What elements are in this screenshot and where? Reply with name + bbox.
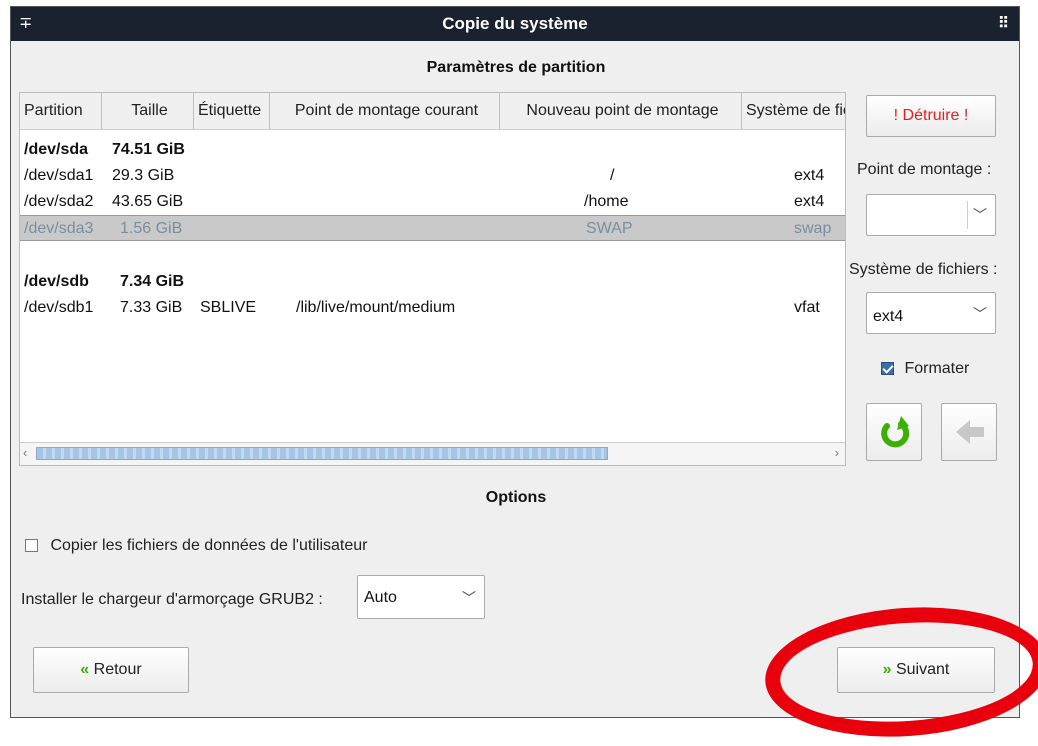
partition-new-mount: / <box>610 167 615 184</box>
disk-name: /dev/sda <box>24 141 89 158</box>
copy-user-files-checkbox[interactable] <box>25 539 38 553</box>
scrollbar-thumb[interactable] <box>36 447 608 460</box>
partition-size: 1.56 GiB <box>120 220 183 237</box>
destroy-button[interactable]: ! Détruire ! <box>866 95 996 137</box>
partition-fs: vfat <box>794 299 820 316</box>
column-header-label[interactable]: Étiquette <box>194 93 270 129</box>
options-section-title: Options <box>485 489 547 506</box>
horizontal-scrollbar[interactable]: ‹ › <box>20 442 845 465</box>
mount-point-select[interactable]: ﹀ <box>866 194 996 236</box>
grub-select[interactable]: Auto ﹀ <box>357 575 485 619</box>
grub-value: Auto <box>364 589 397 606</box>
scroll-left-icon[interactable]: ‹ <box>23 445 27 460</box>
copy-user-files-label: Copier les fichiers de données de l'util… <box>50 537 368 554</box>
partition-label: SBLIVE <box>200 299 257 316</box>
column-header-current-mount[interactable]: Point de montage courant <box>270 93 500 129</box>
window-title: Copie du système <box>442 14 588 33</box>
partition-section-title: Paramètres de partition <box>426 59 606 76</box>
filesystem-select[interactable]: ext4 ﹀ <box>866 292 996 334</box>
partition-name: /dev/sda2 <box>24 193 94 210</box>
partition-new-mount: SWAP <box>586 220 633 237</box>
column-header-filesystem[interactable]: Système de fic <box>742 93 845 129</box>
partition-fs: ext4 <box>794 167 825 184</box>
disk-size: 7.34 GiB <box>120 273 185 290</box>
pin-icon[interactable]: ∓ <box>19 7 32 41</box>
partition-row[interactable]: /dev/sda1 29.3 GiB / ext4 <box>20 163 845 189</box>
disk-size: 74.51 GiB <box>112 141 185 158</box>
partition-row-selected[interactable]: /dev/sda3 1.56 GiB SWAP swap <box>20 215 845 241</box>
refresh-icon <box>881 416 910 448</box>
partition-name: /dev/sda3 <box>24 220 94 237</box>
partition-row[interactable]: /dev/sda2 43.65 GiB /home ext4 <box>20 189 845 215</box>
back-arrow-button[interactable] <box>941 403 997 461</box>
back-arrows-icon: « <box>80 661 90 678</box>
arrow-left-icon <box>956 420 984 444</box>
back-button[interactable]: « Retour <box>33 647 189 693</box>
chevron-down-icon: ﹀ <box>973 207 987 223</box>
partition-size: 29.3 GiB <box>112 167 175 184</box>
partition-row[interactable]: /dev/sdb1 7.33 GiB SBLIVE /lib/live/moun… <box>20 295 845 321</box>
copy-user-files-row[interactable]: Copier les fichiers de données de l'util… <box>25 537 367 555</box>
table-header: Partition Taille Étiquette Point de mont… <box>20 93 845 130</box>
partition-new-mount: /home <box>584 193 629 210</box>
back-label: Retour <box>93 661 142 678</box>
format-checkbox-row[interactable]: Formater <box>881 360 969 378</box>
partition-size: 43.65 GiB <box>112 193 184 210</box>
column-header-size[interactable]: Taille <box>102 93 194 129</box>
mount-point-label: Point de montage : <box>857 161 992 178</box>
scroll-right-icon[interactable]: › <box>835 445 839 460</box>
partition-table[interactable]: Partition Taille Étiquette Point de mont… <box>19 92 846 466</box>
partition-current-mount: /lib/live/mount/medium <box>296 299 456 316</box>
disk-name: /dev/sdb <box>24 273 89 290</box>
partition-fs: swap <box>794 220 832 237</box>
select-divider <box>967 201 968 229</box>
title-bar: ∓ Copie du système ⠿ <box>11 7 1019 41</box>
refresh-button[interactable] <box>866 403 922 461</box>
partition-fs: ext4 <box>794 193 825 210</box>
chevron-down-icon: ﹀ <box>973 306 987 322</box>
window-menu-icon[interactable]: ⠿ <box>998 7 1009 41</box>
column-header-partition[interactable]: Partition <box>20 93 102 129</box>
filesystem-value: ext4 <box>873 308 904 325</box>
partition-name: /dev/sdb1 <box>24 299 94 316</box>
chevron-down-icon: ﹀ <box>462 590 476 606</box>
partition-size: 7.33 GiB <box>120 299 183 316</box>
disk-row[interactable]: /dev/sda 74.51 GiB <box>20 137 845 163</box>
format-checkbox[interactable] <box>881 362 894 376</box>
grub-label: Installer le chargeur d'armorçage GRUB2 … <box>21 591 323 608</box>
disk-row[interactable]: /dev/sdb 7.34 GiB <box>20 269 845 295</box>
partition-name: /dev/sda1 <box>24 167 94 184</box>
column-header-new-mount[interactable]: Nouveau point de montage <box>500 93 742 129</box>
format-label: Formater <box>904 360 970 377</box>
filesystem-label: Système de fichiers : <box>849 261 998 278</box>
